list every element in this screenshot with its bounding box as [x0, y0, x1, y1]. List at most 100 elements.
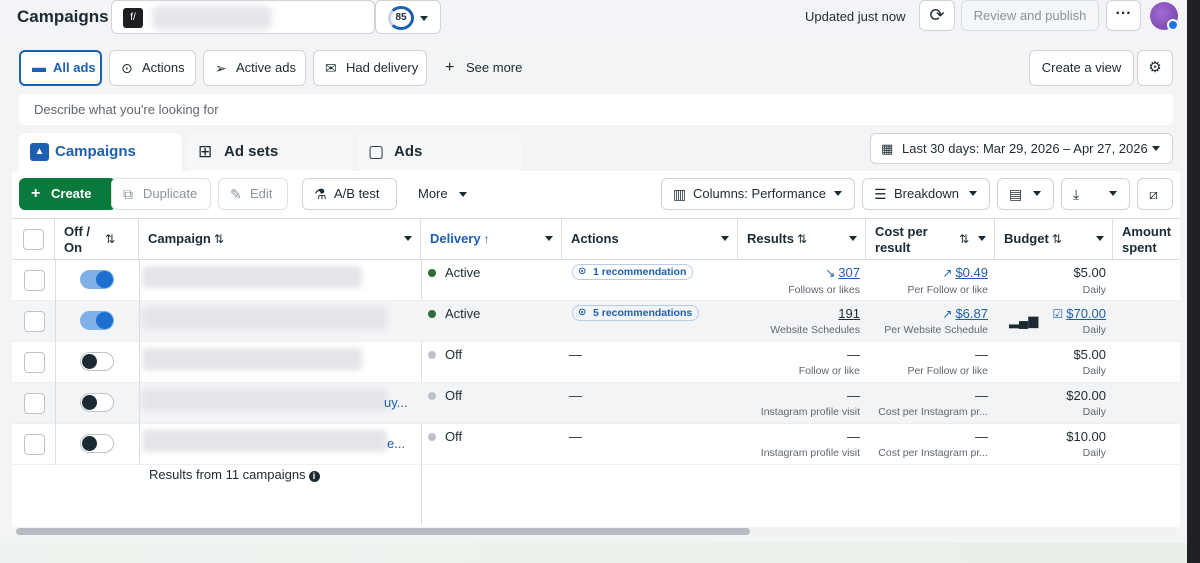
- filter-active-ads[interactable]: ➢ Active ads: [203, 50, 306, 86]
- header-results[interactable]: Results ⇅: [738, 219, 866, 259]
- table-row[interactable]: Off — — Follow or like — Per Follow or l…: [12, 342, 1180, 383]
- horizontal-scrollbar-thumb[interactable]: [16, 528, 750, 535]
- breakdown-dropdown[interactable]: ☰ Breakdown: [862, 178, 990, 210]
- row-checkbox[interactable]: [24, 270, 45, 291]
- budget-type: Daily: [1082, 324, 1106, 336]
- row-checkbox[interactable]: [24, 352, 45, 373]
- budget-value[interactable]: $5.00: [1012, 265, 1106, 280]
- trend-up-icon: ↗: [942, 307, 953, 321]
- result-value[interactable]: 191: [772, 306, 860, 321]
- more-dropdown[interactable]: More: [418, 178, 468, 210]
- date-range-picker[interactable]: ▦ Last 30 days: Mar 29, 2026 – Apr 27, 2…: [870, 133, 1173, 164]
- tab-ads[interactable]: ▢ Ads: [358, 133, 521, 171]
- budget-value[interactable]: $10.00: [1012, 429, 1106, 444]
- header-delivery[interactable]: Delivery ↑: [421, 219, 562, 259]
- campaign-name-blurred[interactable]: [142, 307, 387, 329]
- chevron-down-icon: [978, 236, 986, 241]
- export-dropdown[interactable]: ⤓: [1061, 178, 1130, 210]
- columns-dropdown[interactable]: ▥ Columns: Performance: [661, 178, 855, 210]
- table-row[interactable]: e... Off — — Instagram profile visit — C…: [12, 424, 1180, 465]
- review-and-publish-button[interactable]: Review and publish: [961, 0, 1099, 31]
- edit-button[interactable]: ✎ Edit: [218, 178, 288, 210]
- window-edge: [1187, 0, 1200, 563]
- delivery-status: Off: [445, 388, 463, 403]
- account-selector[interactable]: f/: [111, 0, 375, 34]
- table-row[interactable]: Active ⊙ 5 recommendations 191 Website S…: [12, 301, 1180, 342]
- duplicate-button[interactable]: ⧉ Duplicate: [111, 178, 211, 210]
- facebook-badge-icon: [1167, 19, 1179, 31]
- campaign-name-blurred[interactable]: [142, 348, 362, 370]
- delivery-status: Active: [445, 265, 481, 280]
- create-button[interactable]: + Create: [19, 178, 116, 210]
- calendar-icon: ▦: [881, 141, 894, 156]
- table-header: Off / On ⇅ Campaign ⇅ Delivery ↑ Actions Re…: [12, 218, 1180, 260]
- envelope-icon: ✉: [325, 60, 337, 76]
- recommendation-badge[interactable]: ⊙ 1 recommendation: [572, 264, 694, 280]
- top-bar: Campaigns f/ 85 Updated just now ⟳ Revie…: [0, 0, 1187, 38]
- cost-value: —: [975, 388, 988, 403]
- result-value: —: [847, 429, 860, 444]
- opportunity-score: 85: [388, 6, 414, 30]
- cost-value[interactable]: ↗ $6.87: [892, 306, 988, 321]
- filter-actions[interactable]: ⊙ Actions: [109, 50, 196, 86]
- header-cost-per-result[interactable]: Cost per result ⇅: [866, 219, 995, 259]
- budget-value[interactable]: $5.00: [1012, 347, 1106, 362]
- recommendation-badge[interactable]: ⊙ 5 recommendations: [572, 305, 700, 321]
- ab-test-button[interactable]: ⚗ A/B test: [302, 178, 397, 210]
- budget-value[interactable]: $20.00: [1012, 388, 1106, 403]
- charts-button[interactable]: ⧄: [1137, 178, 1173, 210]
- search-input[interactable]: [19, 94, 1173, 125]
- reports-dropdown[interactable]: ▤: [997, 178, 1054, 210]
- chevron-down-icon: [404, 236, 412, 241]
- budget-schedule-icon: ☑: [1052, 307, 1064, 321]
- actions-value: —: [569, 388, 582, 403]
- campaign-toggle[interactable]: [80, 393, 114, 412]
- opportunity-score-dropdown[interactable]: 85: [375, 0, 441, 34]
- row-checkbox[interactable]: [24, 311, 45, 332]
- campaign-toggle[interactable]: [80, 311, 114, 330]
- chevron-down-icon: [1152, 146, 1160, 151]
- arrow-up-circle-icon: ⊙: [578, 266, 587, 277]
- campaign-name-tail[interactable]: e...: [387, 436, 405, 451]
- tab-ad-sets[interactable]: ⊞ Ad sets: [188, 133, 352, 171]
- cost-value[interactable]: ↗ $0.49: [892, 265, 988, 280]
- header-campaign[interactable]: Campaign ⇅: [139, 219, 421, 259]
- campaign-name-blurred[interactable]: [142, 430, 387, 452]
- filter-all-ads[interactable]: ▬ All ads: [19, 50, 102, 86]
- campaign-name-blurred[interactable]: [142, 266, 362, 288]
- campaign-toggle[interactable]: [80, 434, 114, 453]
- updated-status: Updated just now: [805, 9, 906, 24]
- header-budget[interactable]: Budget ⇅: [995, 219, 1113, 259]
- select-all-checkbox[interactable]: [23, 229, 44, 250]
- see-more-filters[interactable]: + See more: [443, 52, 522, 84]
- campaign-name-blurred[interactable]: [142, 389, 387, 411]
- budget-type: Daily: [1082, 365, 1106, 377]
- row-checkbox[interactable]: [24, 434, 45, 455]
- view-settings-button[interactable]: ⚙: [1137, 50, 1173, 86]
- result-type: Instagram profile visit: [760, 406, 860, 418]
- header-amount-spent[interactable]: Amount spent: [1113, 219, 1180, 259]
- table-row[interactable]: uy... Off — — Instagram profile visit — …: [12, 383, 1180, 424]
- result-value[interactable]: ↘ 307: [772, 265, 860, 280]
- arrow-up-circle-icon: ⊙: [121, 60, 133, 76]
- campaign-toggle[interactable]: [80, 270, 114, 289]
- campaign-toggle[interactable]: [80, 352, 114, 371]
- tab-campaigns[interactable]: ▲ Campaigns: [19, 133, 182, 171]
- table-row[interactable]: Active ⊙ 1 recommendation ↘ 307 Follows o…: [12, 260, 1180, 301]
- row-checkbox[interactable]: [24, 393, 45, 414]
- budget-type: Daily: [1082, 284, 1106, 296]
- more-options-button[interactable]: ···: [1106, 0, 1141, 31]
- budget-type: Daily: [1082, 447, 1106, 459]
- info-icon[interactable]: i: [308, 471, 320, 482]
- budget-value[interactable]: ☑ $70.00: [1012, 306, 1106, 321]
- campaign-name-tail[interactable]: uy...: [384, 395, 408, 410]
- page-title: Campaigns: [17, 7, 109, 26]
- header-off-on[interactable]: Off / On ⇅: [55, 219, 139, 259]
- sort-icon: ⇅: [105, 232, 116, 246]
- filter-had-delivery[interactable]: ✉ Had delivery: [313, 50, 427, 86]
- header-actions[interactable]: Actions: [562, 219, 738, 259]
- create-view-button[interactable]: Create a view: [1029, 50, 1134, 86]
- refresh-button[interactable]: ⟳: [919, 0, 955, 31]
- grid-icon: ⊞: [198, 142, 213, 161]
- sort-ascending-icon: ↑: [483, 232, 490, 246]
